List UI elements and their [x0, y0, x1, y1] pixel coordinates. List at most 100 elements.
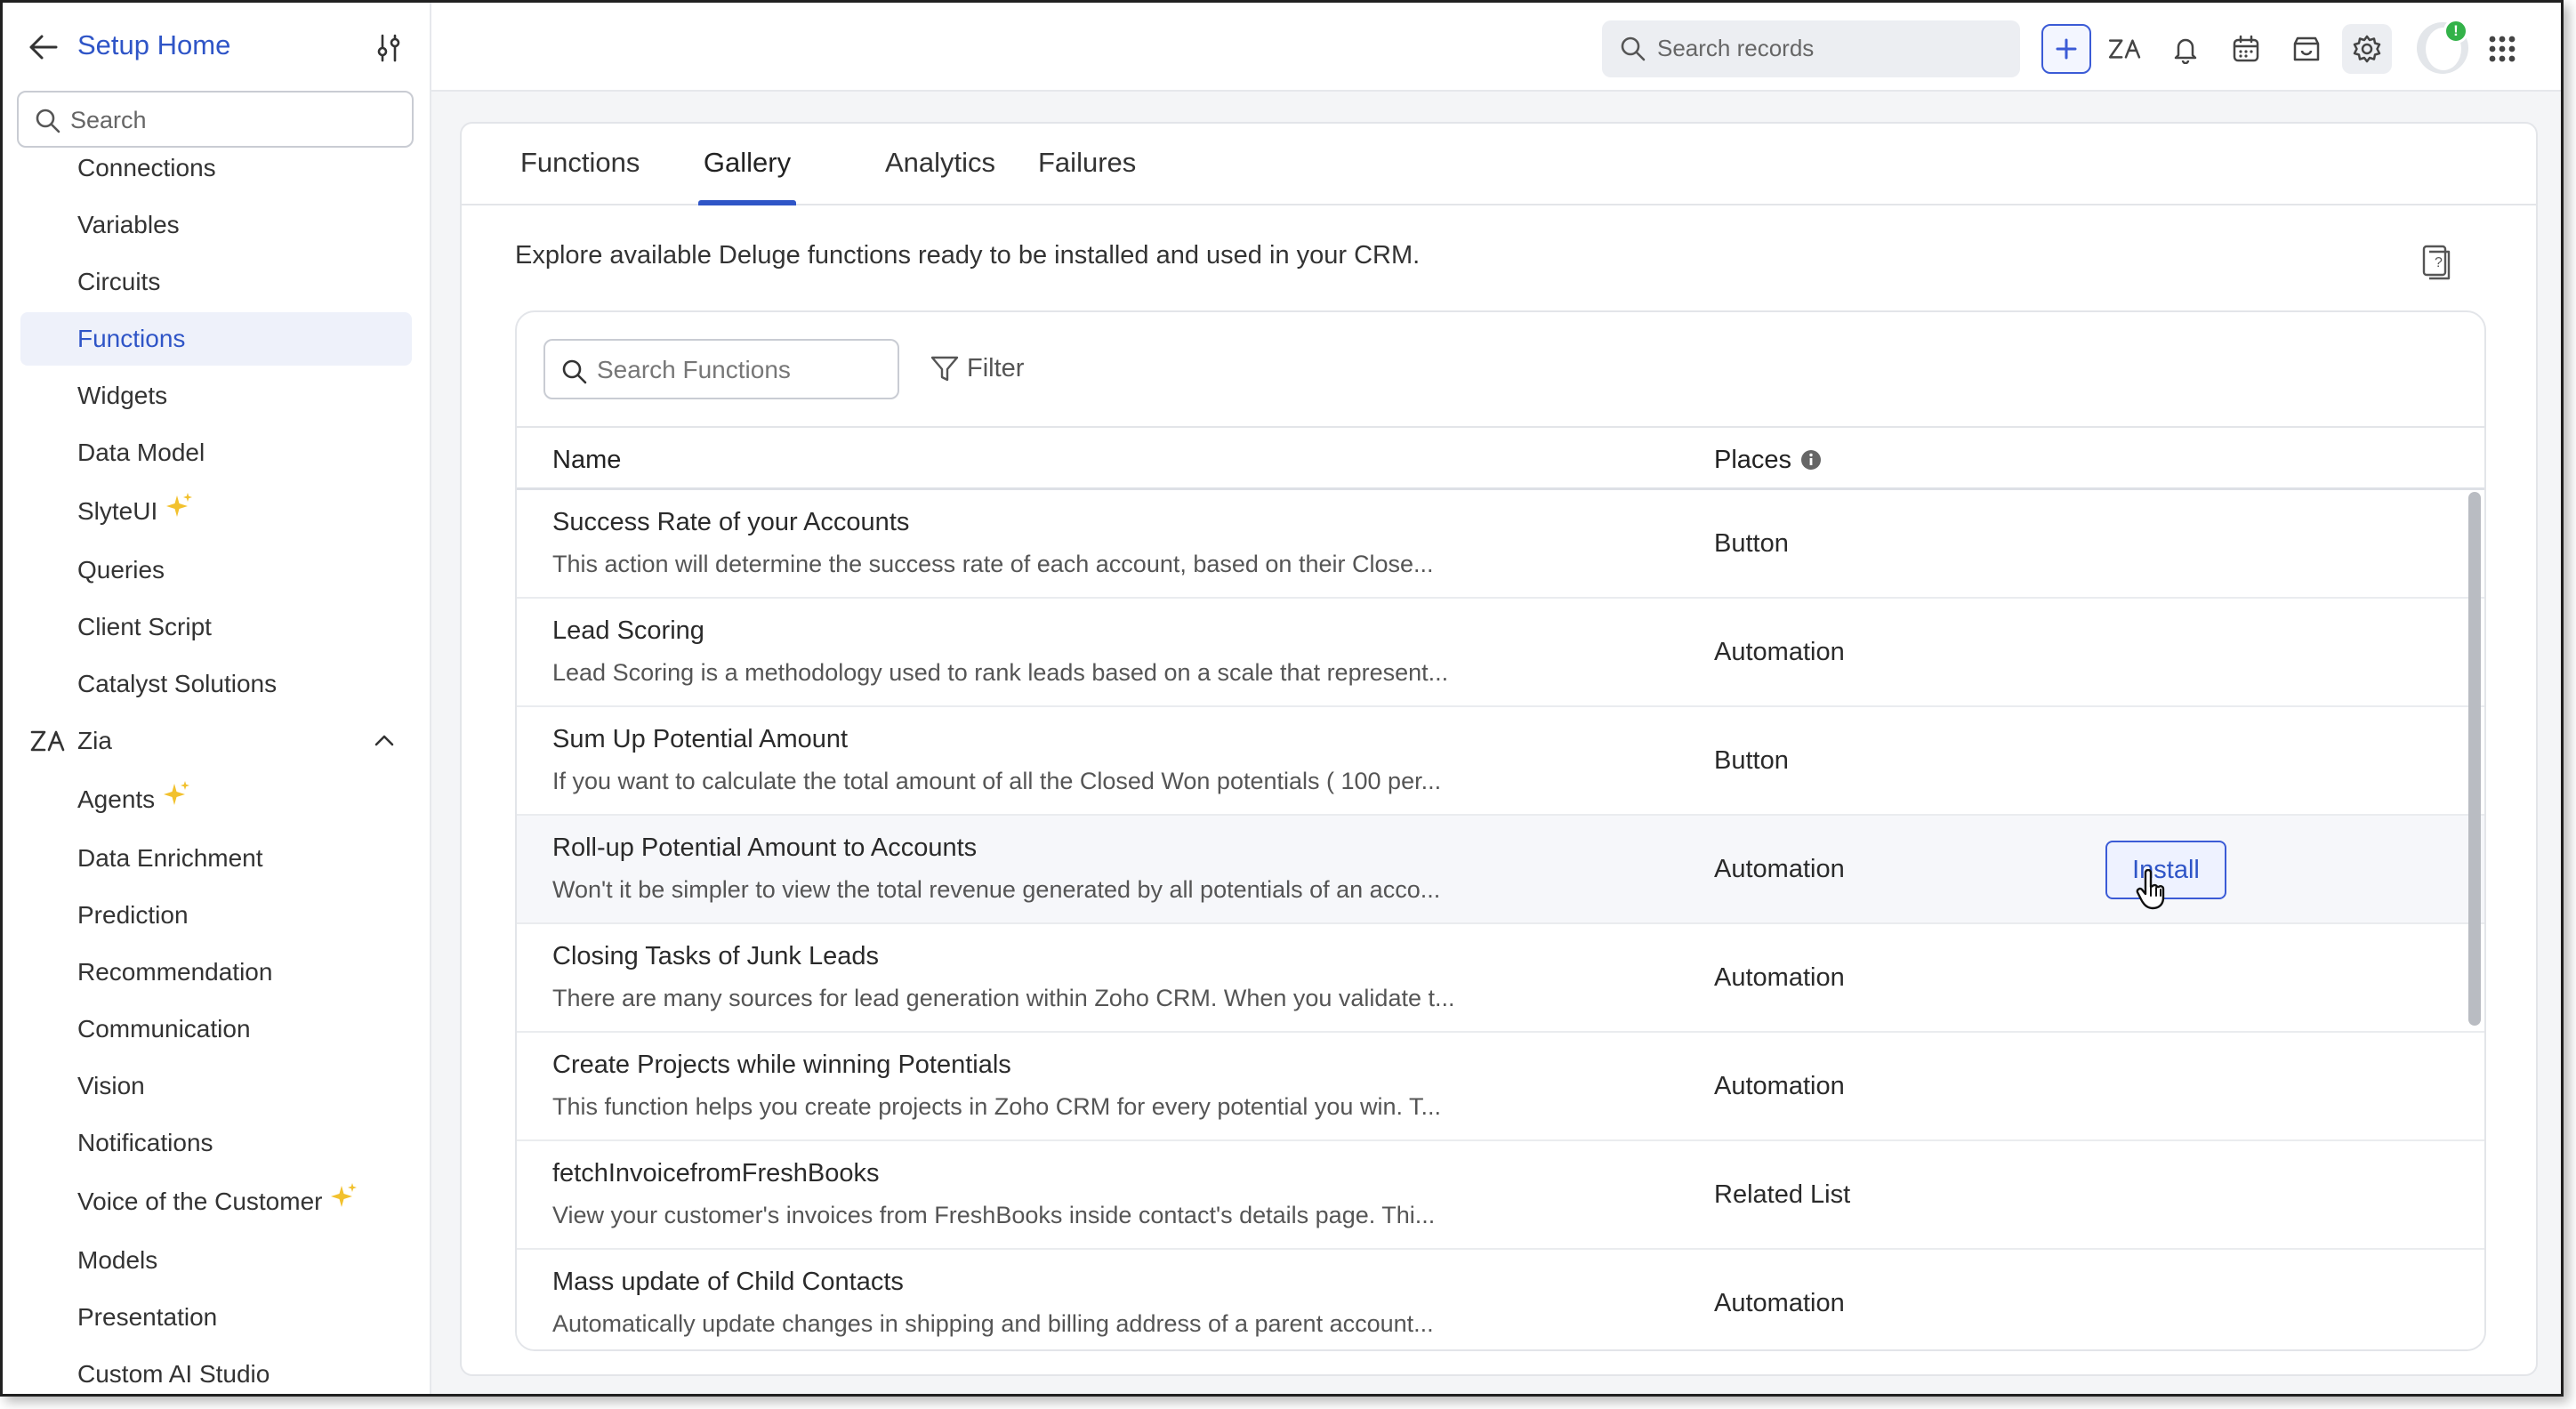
- table-row[interactable]: Sum Up Potential Amount If you want to c…: [517, 707, 2484, 816]
- sidebar-title[interactable]: Setup Home: [77, 29, 230, 61]
- filter-button[interactable]: Filter: [930, 346, 1024, 390]
- sidebar-item-prediction[interactable]: Prediction: [20, 889, 412, 942]
- tab-analytics[interactable]: Analytics: [885, 147, 995, 205]
- avatar[interactable]: !: [2417, 19, 2468, 74]
- gallery-intro-text: Explore available Deluge functions ready…: [515, 241, 1421, 270]
- sparkle-icon: [331, 1183, 358, 1207]
- function-description: Automatically update changes in shipping…: [552, 1310, 1434, 1337]
- table-row[interactable]: Create Projects while winning Potentials…: [517, 1033, 2484, 1141]
- sidebar-item-communication[interactable]: Communication: [20, 1002, 412, 1056]
- function-description: If you want to calculate the total amoun…: [552, 768, 1442, 794]
- info-icon[interactable]: [1800, 449, 1822, 471]
- function-description: Won't it be simpler to view the total re…: [552, 876, 1441, 903]
- sidebar-item-recommendation[interactable]: Recommendation: [20, 946, 412, 999]
- function-description: Lead Scoring is a methodology used to ra…: [552, 659, 1449, 686]
- sidebar-search-field[interactable]: [17, 91, 414, 148]
- function-place: Automation: [1714, 1289, 1845, 1317]
- gear-icon[interactable]: [2342, 24, 2392, 74]
- back-arrow-icon[interactable]: [20, 26, 65, 68]
- function-name: Mass update of Child Contacts: [552, 1268, 904, 1296]
- column-header-places: Places: [1714, 446, 1822, 475]
- function-description: This action will determine the success r…: [552, 551, 1434, 577]
- sidebar-item-catalyst-solutions[interactable]: Catalyst Solutions: [20, 657, 412, 711]
- tab-gallery[interactable]: Gallery: [698, 147, 796, 205]
- app-window: Setup Home Connections Variables Circuit…: [0, 0, 2564, 1397]
- search-icon: [36, 109, 60, 133]
- svg-text:?: ?: [2435, 255, 2443, 270]
- function-place: Button: [1714, 746, 1789, 775]
- function-description: There are many sources for lead generati…: [552, 985, 1455, 1011]
- sidebar-item-presentation[interactable]: Presentation: [20, 1291, 412, 1344]
- sidebar-item-models[interactable]: Models: [20, 1234, 412, 1287]
- search-icon: [562, 359, 587, 384]
- sidebar-item-data-model[interactable]: Data Model: [20, 426, 412, 479]
- table-row[interactable]: Success Rate of your Accounts This actio…: [517, 490, 2484, 599]
- sidebar-item-client-script[interactable]: Client Script: [20, 600, 412, 654]
- sidebar-item-vision[interactable]: Vision: [20, 1059, 412, 1113]
- sidebar-item-custom-ai-studio[interactable]: Custom AI Studio: [20, 1348, 412, 1394]
- sidebar-item-queries[interactable]: Queries: [20, 543, 412, 597]
- plus-icon[interactable]: [2041, 24, 2091, 74]
- table-row[interactable]: fetchInvoicefromFreshBooks View your cus…: [517, 1141, 2484, 1250]
- global-search-field[interactable]: [1602, 20, 2020, 77]
- sparkle-icon: [166, 493, 193, 517]
- sidebar-section-zia[interactable]: Zia: [20, 714, 412, 768]
- function-name: Create Projects while winning Potentials: [552, 1051, 1011, 1079]
- hand-cursor-icon: [2136, 869, 2165, 910]
- tab-functions[interactable]: Functions: [520, 147, 640, 205]
- function-name: Lead Scoring: [552, 616, 704, 645]
- function-place: Automation: [1714, 638, 1845, 666]
- function-place: Automation: [1714, 855, 1845, 883]
- table-row-hovered[interactable]: Roll-up Potential Amount to Accounts Won…: [517, 816, 2484, 924]
- filter-label: Filter: [967, 353, 1025, 382]
- sidebar-item-functions[interactable]: Functions: [20, 312, 412, 366]
- calendar-icon[interactable]: [2221, 24, 2271, 74]
- sidebar-item-agents[interactable]: Agents: [20, 773, 412, 826]
- sidebar-item-connections[interactable]: Connections: [20, 141, 412, 195]
- function-place: Automation: [1714, 963, 1845, 992]
- function-name: Success Rate of your Accounts: [552, 508, 910, 536]
- top-bar: !: [431, 3, 2561, 92]
- function-search-field[interactable]: [543, 339, 899, 399]
- zia-icon[interactable]: [2100, 24, 2150, 74]
- active-tab-indicator: [698, 200, 796, 205]
- sidebar-search-input[interactable]: [70, 100, 399, 141]
- function-name: Roll-up Potential Amount to Accounts: [552, 833, 978, 862]
- sidebar-item-data-enrichment[interactable]: Data Enrichment: [20, 832, 412, 885]
- tab-failures[interactable]: Failures: [1038, 147, 1136, 205]
- table-header: Name Places: [517, 426, 2484, 490]
- chevron-up-icon[interactable]: [373, 730, 396, 752]
- sidebar-item-circuits[interactable]: Circuits: [20, 255, 412, 309]
- column-header-name: Name: [552, 446, 622, 474]
- table-row[interactable]: Closing Tasks of Junk Leads There are ma…: [517, 924, 2484, 1033]
- sidebar-item-widgets[interactable]: Widgets: [20, 369, 412, 423]
- sidebar-item-variables[interactable]: Variables: [20, 198, 412, 252]
- search-icon: [1621, 36, 1646, 61]
- apps-grid-icon[interactable]: [2477, 24, 2527, 74]
- notification-badge: !: [2443, 19, 2468, 44]
- table-row[interactable]: Mass update of Child Contacts Automatica…: [517, 1250, 2484, 1349]
- adjust-settings-icon[interactable]: [369, 29, 408, 67]
- bell-icon[interactable]: [2161, 24, 2210, 74]
- function-place: Related List: [1714, 1180, 1851, 1209]
- global-search-input[interactable]: [1657, 28, 2004, 68]
- functions-card: Functions Gallery Analytics Failures Exp…: [460, 122, 2538, 1376]
- help-document-icon[interactable]: ?: [2419, 243, 2454, 282]
- function-name: fetchInvoicefromFreshBooks: [552, 1159, 880, 1188]
- sidebar-item-notifications[interactable]: Notifications: [20, 1116, 412, 1170]
- main-area: ! Functions Gallery Analytics Failures E…: [431, 3, 2561, 1394]
- table-row[interactable]: Lead Scoring Lead Scoring is a methodolo…: [517, 599, 2484, 707]
- function-description: View your customer's invoices from Fresh…: [552, 1202, 1436, 1228]
- function-search-input[interactable]: [597, 350, 890, 390]
- marketplace-icon[interactable]: [2282, 24, 2331, 74]
- sidebar-header: Setup Home: [3, 3, 430, 88]
- functions-table-body: Success Rate of your Accounts This actio…: [517, 490, 2484, 1349]
- gallery-panel: Filter Name Places Success Rate of your …: [515, 310, 2486, 1351]
- table-scrollbar[interactable]: [2468, 492, 2481, 1026]
- function-place: Automation: [1714, 1072, 1845, 1100]
- sidebar-item-voice-of-the-customer[interactable]: Voice of the Customer: [20, 1175, 412, 1228]
- function-place: Button: [1714, 529, 1789, 558]
- sparkle-icon: [164, 781, 190, 805]
- sidebar-item-slyteui[interactable]: SlyteUI: [20, 485, 412, 538]
- function-name: Closing Tasks of Junk Leads: [552, 942, 880, 970]
